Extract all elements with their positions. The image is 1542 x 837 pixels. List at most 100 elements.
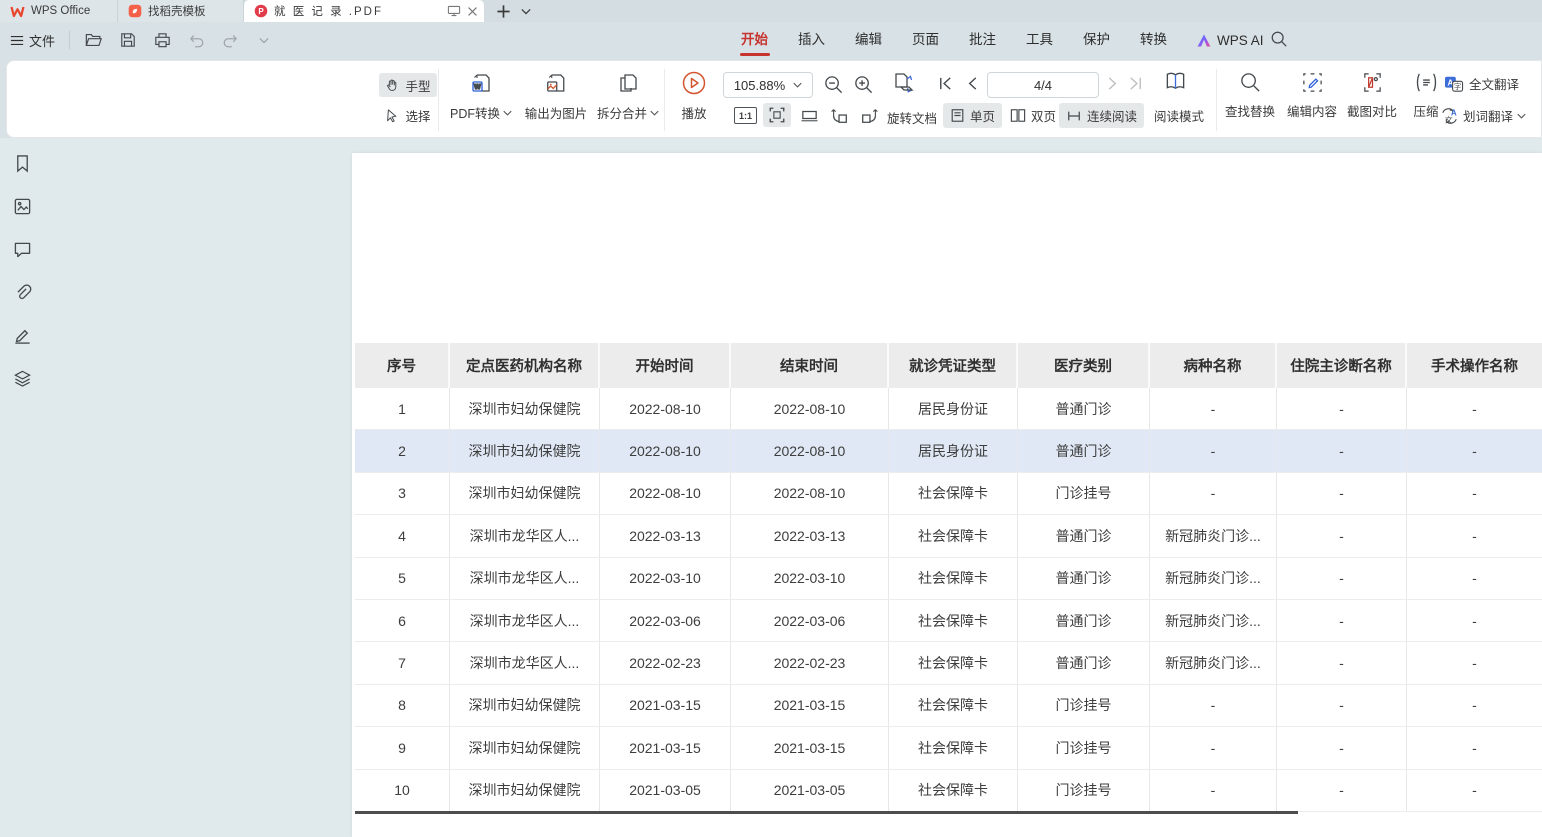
tab-wps-home[interactable]: WPS Office <box>0 0 118 22</box>
bookmark-icon[interactable] <box>11 152 33 174</box>
undo-history-chevron-icon[interactable] <box>254 30 274 50</box>
continuous-read-button[interactable]: 连续阅读 <box>1059 103 1144 128</box>
table-row: 6深圳市龙华区人...2022-03-062022-03-06社会保障卡普通门诊… <box>355 600 1542 642</box>
full-translate-icon: A字 <box>1444 75 1464 93</box>
word-translate-button[interactable]: 文A 划词翻译 <box>1440 106 1526 125</box>
tab-page[interactable]: 页面 <box>897 22 954 58</box>
export-image-button[interactable]: 输出为图片 <box>525 71 588 122</box>
table-cell: 2022-08-10 <box>731 430 889 471</box>
tab-edit[interactable]: 编辑 <box>840 22 897 58</box>
table-cell: 普通门诊 <box>1018 430 1150 471</box>
edit-content-button[interactable]: 编辑内容 <box>1287 71 1337 120</box>
table-cell: 门诊挂号 <box>1018 473 1150 514</box>
play-button[interactable]: 播放 <box>681 70 707 122</box>
hamburger-icon <box>10 35 24 46</box>
left-sidebar <box>0 152 44 389</box>
pdf-convert-button[interactable]: W PDF转换 <box>450 71 512 122</box>
table-cell: 2022-03-13 <box>731 515 889 556</box>
page-number-input[interactable]: 4/4 <box>987 72 1099 98</box>
table-cell: 5 <box>355 558 450 599</box>
redo-icon[interactable] <box>220 30 240 50</box>
full-translate-label: 全文翻译 <box>1469 74 1519 93</box>
full-translate-button[interactable]: A字 全文翻译 <box>1444 74 1519 93</box>
hand-tool-button[interactable]: 手型 <box>379 73 437 97</box>
undo-icon[interactable] <box>186 30 206 50</box>
table-cell: 社会保障卡 <box>889 770 1018 811</box>
find-replace-button[interactable]: 查找替换 <box>1225 71 1275 120</box>
zoom-out-button[interactable] <box>823 74 844 95</box>
table-header-cell: 结束时间 <box>731 343 889 388</box>
split-merge-icon <box>616 71 640 95</box>
read-mode-button[interactable]: 阅读模式 <box>1147 103 1211 128</box>
thumbnail-icon[interactable] <box>11 195 33 217</box>
tab-list-chevron-icon[interactable] <box>521 8 531 15</box>
chevron-down-icon <box>650 110 659 116</box>
wps-ai-button[interactable]: WPS AI <box>1196 22 1264 58</box>
table-cell: 深圳市妇幼保健院 <box>450 685 600 726</box>
tab-home-ribbon[interactable]: 开始 <box>726 22 783 58</box>
wps-ai-label: WPS AI <box>1217 33 1264 48</box>
continuous-read-label: 连续阅读 <box>1087 106 1137 125</box>
signature-icon[interactable] <box>11 324 33 346</box>
table-cell: 社会保障卡 <box>889 600 1018 641</box>
fit-page-button[interactable] <box>763 103 791 127</box>
table-cell: 深圳市龙华区人... <box>450 642 600 683</box>
select-tool-button[interactable]: 选择 <box>379 103 437 127</box>
svg-text:W: W <box>474 84 481 91</box>
table-cell: - <box>1277 642 1407 683</box>
new-tab-icon[interactable] <box>496 4 511 19</box>
rotate-document-icon[interactable] <box>891 70 917 96</box>
file-menu-button[interactable]: 文件 <box>10 31 55 50</box>
pdf-page[interactable]: 序号定点医药机构名称开始时间结束时间就诊凭证类型医疗类别病种名称住院主诊断名称手… <box>352 153 1542 837</box>
next-page-button[interactable] <box>1105 75 1120 92</box>
select-tool-label: 选择 <box>405 106 430 125</box>
table-row: 4深圳市龙华区人...2022-03-132022-03-13社会保障卡普通门诊… <box>355 515 1542 557</box>
table-cell: - <box>1407 558 1542 599</box>
screenshot-compare-button[interactable]: 截图对比 <box>1347 71 1397 120</box>
menu-bar: 文件 开始 插入 编辑 页 <box>0 22 1542 58</box>
rotate-left-icon[interactable] <box>825 103 853 127</box>
compress-button[interactable]: 压缩 <box>1413 71 1438 120</box>
table-cell: 普通门诊 <box>1018 642 1150 683</box>
rotate-right-icon[interactable] <box>855 103 883 127</box>
medical-records-table: 序号定点医药机构名称开始时间结束时间就诊凭证类型医疗类别病种名称住院主诊断名称手… <box>355 343 1542 812</box>
open-file-icon[interactable] <box>84 30 104 50</box>
save-icon[interactable] <box>118 30 138 50</box>
single-page-icon <box>950 108 965 123</box>
single-page-button[interactable]: 单页 <box>943 103 1002 128</box>
tab-insert[interactable]: 插入 <box>783 22 840 58</box>
tab-tools[interactable]: 工具 <box>1011 22 1068 58</box>
table-cell: 居民身份证 <box>889 430 1018 471</box>
attachment-icon[interactable] <box>11 281 33 303</box>
tab-docer-templates[interactable]: 找稻壳模板 <box>118 0 244 22</box>
close-tab-icon[interactable] <box>467 6 478 17</box>
table-cell: 社会保障卡 <box>889 642 1018 683</box>
split-merge-button[interactable]: 拆分合并 <box>597 71 659 122</box>
rotate-document-label[interactable]: 旋转文档 <box>887 108 937 127</box>
toolbar-divider <box>438 69 439 131</box>
table-cell: 门诊挂号 <box>1018 727 1150 768</box>
tab-protect[interactable]: 保护 <box>1068 22 1125 58</box>
read-mode-icon[interactable] <box>1163 70 1188 93</box>
tab-document-active[interactable]: P 就 医 记 录 .PDF <box>244 0 484 22</box>
tab-convert[interactable]: 转换 <box>1125 22 1182 58</box>
double-page-icon <box>1010 108 1026 123</box>
table-cell: 深圳市妇幼保健院 <box>450 430 600 471</box>
read-mode-label: 阅读模式 <box>1154 106 1204 125</box>
zoom-in-button[interactable] <box>853 74 874 95</box>
layers-icon[interactable] <box>11 367 33 389</box>
search-icon[interactable] <box>1270 30 1288 48</box>
previous-page-button[interactable] <box>965 75 980 92</box>
present-to-screen-icon[interactable] <box>447 5 461 17</box>
zoom-level-select[interactable]: 105.88% <box>723 72 813 98</box>
actual-size-button[interactable]: 1:1 <box>734 107 757 124</box>
table-cell: 9 <box>355 727 450 768</box>
tab-comment[interactable]: 批注 <box>954 22 1011 58</box>
table-cell: - <box>1150 388 1277 429</box>
fit-width-button[interactable] <box>795 103 823 127</box>
comment-icon[interactable] <box>11 238 33 260</box>
print-icon[interactable] <box>152 30 172 50</box>
last-page-button[interactable] <box>1127 75 1144 92</box>
compress-label: 压缩 <box>1413 101 1438 120</box>
first-page-button[interactable] <box>937 75 954 92</box>
